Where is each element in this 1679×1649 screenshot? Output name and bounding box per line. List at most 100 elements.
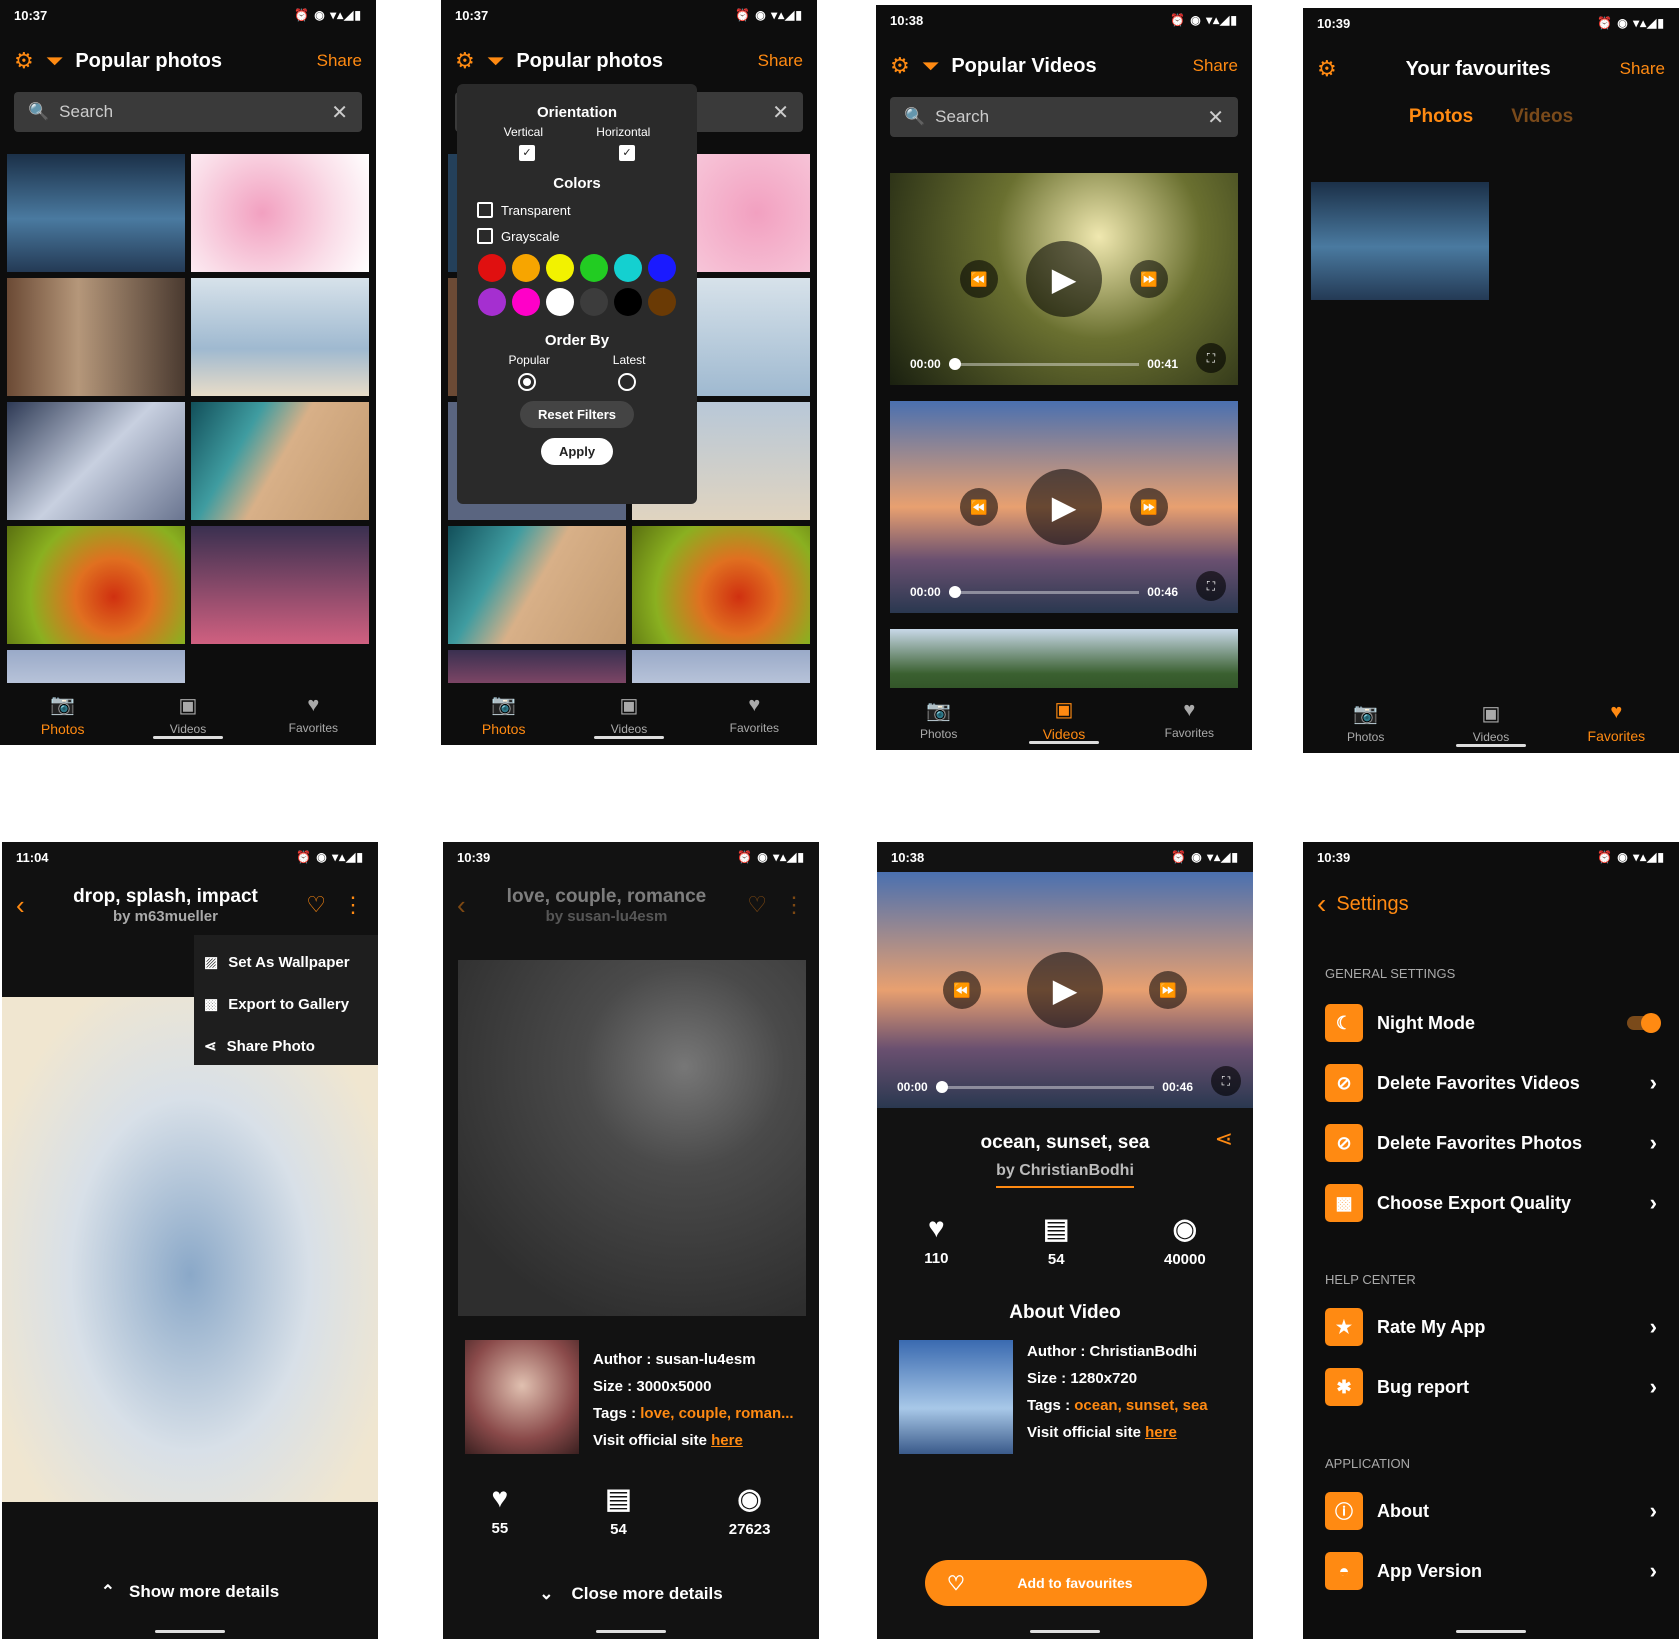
favorite-heart-icon[interactable]: ♡: [306, 894, 326, 916]
nav-photos[interactable]: 📷 Photos: [441, 683, 566, 745]
photo-sunset-branches[interactable]: [191, 526, 369, 644]
play-button[interactable]: ▶: [1026, 241, 1102, 317]
color-swatch-4[interactable]: [614, 254, 642, 282]
tab-videos[interactable]: Videos: [1511, 106, 1573, 128]
filter-icon[interactable]: ⏷: [487, 50, 505, 72]
share-button[interactable]: Share: [317, 51, 362, 71]
share-button[interactable]: Share: [1193, 56, 1238, 76]
photo-beach[interactable]: [448, 526, 626, 644]
video-progress[interactable]: 00:00 00:46: [910, 585, 1178, 599]
grayscale-checkbox[interactable]: [477, 228, 493, 244]
nav-favorites[interactable]: ♥ Favorites: [1554, 691, 1679, 753]
rewind-button[interactable]: ⏪: [960, 488, 998, 526]
nav-photos[interactable]: 📷 Photos: [0, 683, 125, 745]
color-swatch-5[interactable]: [648, 254, 676, 282]
photo-buildings[interactable]: [7, 278, 185, 396]
photo-water-drop[interactable]: [191, 278, 369, 396]
clear-icon[interactable]: ✕: [1207, 105, 1224, 130]
setting-delete-fav-videos[interactable]: ⊘ Delete Favorites Videos ›: [1325, 1064, 1657, 1102]
share-button[interactable]: Share: [1620, 59, 1665, 79]
official-site-link[interactable]: here: [711, 1432, 743, 1449]
menu-set-wallpaper[interactable]: ▨ Set As Wallpaper: [194, 941, 378, 983]
photo-rain-street[interactable]: [7, 154, 185, 272]
popular-radio[interactable]: [518, 373, 536, 391]
setting-about[interactable]: ⓘ About ›: [1325, 1492, 1657, 1530]
color-swatch-8[interactable]: [546, 288, 574, 316]
setting-app-version[interactable]: ◓ App Version ›: [1325, 1552, 1657, 1590]
tab-photos[interactable]: Photos: [1409, 106, 1473, 128]
night-mode-toggle[interactable]: [1627, 1013, 1661, 1033]
fullscreen-icon[interactable]: ⛶: [1196, 571, 1226, 601]
reset-filters-button[interactable]: Reset Filters: [519, 401, 635, 428]
forward-button[interactable]: ⏩: [1130, 488, 1168, 526]
menu-share-photo[interactable]: ⋖ Share Photo: [194, 1025, 378, 1067]
photo-parrot[interactable]: [632, 526, 810, 644]
photo-feathers[interactable]: [7, 402, 185, 520]
apply-button[interactable]: Apply: [540, 438, 614, 465]
search-input[interactable]: 🔍 Search ✕: [890, 97, 1238, 137]
setting-export-quality[interactable]: ▩ Choose Export Quality ›: [1325, 1184, 1657, 1222]
video-card-sunset[interactable]: ⏪ ▶ ⏩ 00:00 00:46 ⛶: [890, 401, 1238, 613]
nav-favorites[interactable]: ♥ Favorites: [251, 683, 376, 745]
close-more-details-button[interactable]: ⌄ Close more details: [443, 1584, 819, 1604]
photo-parrot[interactable]: [7, 526, 185, 644]
setting-night-mode[interactable]: ☾ Night Mode: [1325, 1004, 1661, 1042]
nav-favorites[interactable]: ♥ Favorites: [1127, 688, 1252, 750]
back-icon[interactable]: ‹: [1317, 890, 1326, 918]
video-player[interactable]: ⏪ ▶ ⏩ 00:00 00:46 ⛶: [877, 872, 1253, 1108]
exit-fullscreen-icon[interactable]: ⛶: [1211, 1066, 1241, 1096]
color-swatch-9[interactable]: [580, 288, 608, 316]
forward-button[interactable]: ⏩: [1130, 260, 1168, 298]
share-icon[interactable]: ⋖: [1215, 1128, 1233, 1150]
gear-icon[interactable]: ⚙: [14, 50, 34, 72]
show-more-details-button[interactable]: ⌃ Show more details: [2, 1582, 378, 1602]
transparent-option[interactable]: Transparent: [477, 202, 677, 218]
video-progress[interactable]: 00:00 00:41: [910, 357, 1178, 371]
color-swatch-11[interactable]: [648, 288, 676, 316]
fav-photo-rain-street[interactable]: [1311, 182, 1489, 300]
clear-icon[interactable]: ✕: [772, 100, 789, 125]
filter-icon[interactable]: ⏷: [46, 50, 64, 72]
nav-photos[interactable]: 📷 Photos: [1303, 691, 1428, 753]
favorite-heart-icon[interactable]: ♡: [747, 894, 767, 916]
video-progress[interactable]: 00:00 00:46: [897, 1080, 1193, 1094]
play-button[interactable]: ▶: [1027, 952, 1103, 1028]
color-swatch-7[interactable]: [512, 288, 540, 316]
add-to-favourites-button[interactable]: ♡ Add to favourites: [925, 1560, 1207, 1606]
filter-icon[interactable]: ⏷: [922, 55, 940, 77]
share-button[interactable]: Share: [758, 51, 803, 71]
photo-beach[interactable]: [191, 402, 369, 520]
setting-bug-report[interactable]: ✱ Bug report ›: [1325, 1368, 1657, 1406]
gear-icon[interactable]: ⚙: [890, 55, 910, 77]
more-vert-icon[interactable]: ⋮: [783, 894, 805, 916]
rewind-button[interactable]: ⏪: [960, 260, 998, 298]
video-card-forest[interactable]: ⏪ ▶ ⏩ 00:00 00:41 ⛶: [890, 173, 1238, 385]
official-site-link[interactable]: here: [1145, 1424, 1177, 1441]
transparent-checkbox[interactable]: [477, 202, 493, 218]
gear-icon[interactable]: ⚙: [1317, 58, 1337, 80]
back-icon[interactable]: ‹: [16, 892, 25, 918]
nav-favorites[interactable]: ♥ Favorites: [692, 683, 817, 745]
color-swatch-10[interactable]: [614, 288, 642, 316]
color-swatch-6[interactable]: [478, 288, 506, 316]
rewind-button[interactable]: ⏪: [943, 971, 981, 1009]
color-swatch-3[interactable]: [580, 254, 608, 282]
gear-icon[interactable]: ⚙: [455, 50, 475, 72]
setting-rate-app[interactable]: ★ Rate My App ›: [1325, 1308, 1657, 1346]
grayscale-option[interactable]: Grayscale: [477, 228, 677, 244]
play-button[interactable]: ▶: [1026, 469, 1102, 545]
menu-export-gallery[interactable]: ▩ Export to Gallery: [194, 983, 378, 1025]
fullscreen-icon[interactable]: ⛶: [1196, 343, 1226, 373]
clear-icon[interactable]: ✕: [331, 100, 348, 125]
color-swatch-1[interactable]: [512, 254, 540, 282]
horizontal-checkbox[interactable]: ✓: [619, 145, 635, 161]
forward-button[interactable]: ⏩: [1149, 971, 1187, 1009]
latest-radio[interactable]: [618, 373, 636, 391]
search-input[interactable]: 🔍 Search ✕: [14, 92, 362, 132]
nav-photos[interactable]: 📷 Photos: [876, 688, 1001, 750]
color-swatch-0[interactable]: [478, 254, 506, 282]
more-vert-icon[interactable]: ⋮: [342, 894, 364, 916]
color-swatch-2[interactable]: [546, 254, 574, 282]
vertical-checkbox[interactable]: ✓: [519, 145, 535, 161]
setting-delete-fav-photos[interactable]: ⊘ Delete Favorites Photos ›: [1325, 1124, 1657, 1162]
